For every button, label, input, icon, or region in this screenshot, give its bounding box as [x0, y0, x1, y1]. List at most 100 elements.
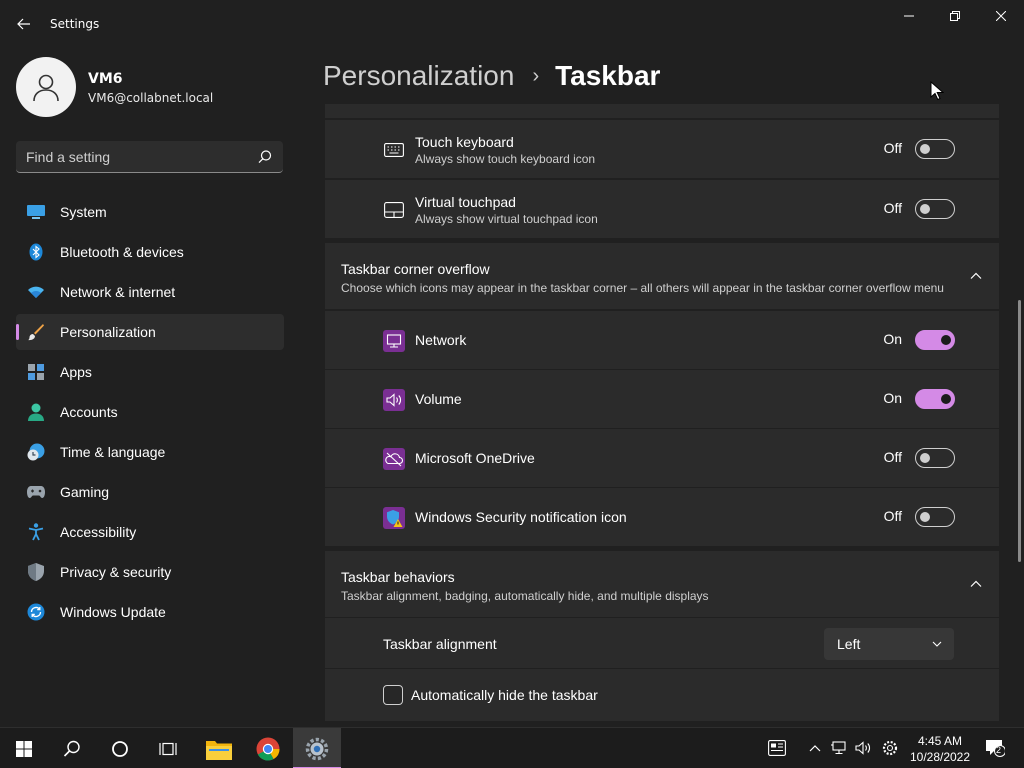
network-icon: [383, 330, 405, 352]
toggle-knob: [920, 144, 930, 154]
toggle-knob: [920, 453, 930, 463]
row-title: Touch keyboard: [415, 134, 514, 150]
volume-overflow-row[interactable]: Volume On: [325, 370, 999, 428]
windows-security-icon: [383, 507, 405, 529]
sidebar-item-label: Bluetooth & devices: [60, 244, 184, 260]
sidebar-item-label: Apps: [60, 364, 92, 380]
chevron-up-icon[interactable]: [806, 739, 824, 757]
sidebar-item-label: Accessibility: [60, 524, 137, 540]
clock-globe-icon: [26, 442, 46, 462]
task-view-button[interactable]: [144, 728, 192, 768]
apps-icon: [26, 362, 46, 382]
sidebar-item-windows-update[interactable]: Windows Update: [16, 594, 284, 630]
row-title: Windows Security notification icon: [415, 509, 627, 525]
corner-overflow-header[interactable]: Taskbar corner overflow Choose which ico…: [325, 243, 999, 309]
wifi-icon: [26, 282, 46, 302]
toggle-state-label: Off: [883, 200, 902, 216]
sidebar-nav: System Bluetooth & devices Network & int…: [16, 194, 284, 634]
breadcrumb-parent[interactable]: Personalization: [323, 60, 514, 92]
app-title: Settings: [50, 17, 100, 31]
toggle-knob: [941, 394, 951, 404]
chevron-up-icon[interactable]: [969, 577, 983, 591]
sidebar-item-bluetooth[interactable]: Bluetooth & devices: [16, 234, 284, 270]
content-scrollbar[interactable]: [1018, 300, 1021, 562]
sidebar-item-personalization[interactable]: Personalization: [16, 314, 284, 350]
sidebar-item-gaming[interactable]: Gaming: [16, 474, 284, 510]
taskbar-alignment-dropdown[interactable]: Left: [824, 628, 954, 660]
chrome-icon: [256, 737, 280, 761]
start-button[interactable]: [0, 728, 48, 768]
user-profile[interactable]: VM6 VM6@collabnet.local: [16, 57, 306, 117]
task-view-icon: [159, 742, 177, 755]
folder-icon: [206, 740, 232, 760]
back-button[interactable]: [10, 10, 38, 38]
network-tray-icon[interactable]: [830, 739, 848, 757]
chevron-up-icon[interactable]: [969, 269, 983, 283]
cortana-button[interactable]: [96, 728, 144, 768]
onedrive-toggle[interactable]: [915, 448, 955, 468]
virtual-touchpad-row[interactable]: Virtual touchpad Always show virtual tou…: [325, 180, 999, 238]
taskbar-clock[interactable]: 4:45 AM 10/28/2022: [904, 733, 976, 765]
touch-keyboard-toggle[interactable]: [915, 139, 955, 159]
chrome-button[interactable]: [244, 728, 292, 768]
sidebar-item-network[interactable]: Network & internet: [16, 274, 284, 310]
network-overflow-row[interactable]: Network On: [325, 311, 999, 369]
restore-button[interactable]: [932, 0, 978, 32]
shield-icon: [26, 562, 46, 582]
security-overflow-row[interactable]: Windows Security notification icon Off: [325, 488, 999, 546]
brush-icon: [26, 322, 46, 342]
notification-center-button[interactable]: 2: [983, 739, 1007, 757]
section-title: Taskbar behaviors: [341, 569, 455, 585]
sidebar-item-accessibility[interactable]: Accessibility: [16, 514, 284, 550]
settings-content: Touch keyboard Always show touch keyboar…: [325, 104, 999, 726]
settings-gear-icon: [305, 737, 329, 760]
toggle-knob: [920, 204, 930, 214]
user-email: VM6@collabnet.local: [88, 91, 214, 105]
sidebar-item-system[interactable]: System: [16, 194, 284, 230]
sidebar-item-privacy-security[interactable]: Privacy & security: [16, 554, 284, 590]
sidebar-item-apps[interactable]: Apps: [16, 354, 284, 390]
sidebar-item-accounts[interactable]: Accounts: [16, 394, 284, 430]
file-explorer-button[interactable]: [195, 728, 243, 768]
sidebar-item-label: Personalization: [60, 324, 156, 340]
news-widget-icon[interactable]: [768, 739, 786, 757]
row-subtitle: Always show touch keyboard icon: [415, 152, 596, 166]
autohide-checkbox[interactable]: [383, 685, 403, 705]
onedrive-overflow-row[interactable]: Microsoft OneDrive Off: [325, 429, 999, 487]
notification-icon: [986, 740, 1005, 757]
row-title: Virtual touchpad: [415, 194, 516, 210]
search-input[interactable]: [26, 141, 246, 172]
checkbox-label[interactable]: Automatically hide the taskbar: [411, 687, 598, 703]
toggle-state-label: On: [883, 390, 902, 406]
close-icon: [996, 11, 1006, 21]
close-button[interactable]: [978, 0, 1024, 32]
autohide-row: Automatically hide the taskbar: [325, 669, 999, 721]
toggle-knob: [920, 512, 930, 522]
minimize-icon: [904, 15, 914, 17]
volume-toggle[interactable]: [915, 389, 955, 409]
sidebar-item-label: Windows Update: [60, 604, 166, 620]
minimize-button[interactable]: [886, 0, 932, 32]
taskbar-behaviors-header[interactable]: Taskbar behaviors Taskbar alignment, bad…: [325, 551, 999, 617]
volume-tray-icon[interactable]: [854, 739, 872, 757]
breadcrumb-separator: ›: [532, 64, 540, 87]
security-toggle[interactable]: [915, 507, 955, 527]
sidebar-item-label: Accounts: [60, 404, 118, 420]
virtual-touchpad-toggle[interactable]: [915, 199, 955, 219]
sidebar-item-time-language[interactable]: Time & language: [16, 434, 284, 470]
system-icon: [26, 202, 46, 222]
row-subtitle: Always show virtual touchpad icon: [415, 212, 598, 226]
search-icon: [63, 740, 80, 757]
partial-row: [325, 104, 999, 118]
touch-keyboard-row[interactable]: Touch keyboard Always show touch keyboar…: [325, 120, 999, 178]
network-toggle[interactable]: [915, 330, 955, 350]
row-title: Volume: [415, 391, 462, 407]
taskbar-search-button[interactable]: [48, 728, 96, 768]
gear-icon[interactable]: [881, 739, 899, 757]
toggle-state-label: Off: [883, 449, 902, 465]
row-title: Microsoft OneDrive: [415, 450, 535, 466]
settings-app-button[interactable]: [293, 728, 341, 768]
gamepad-icon: [26, 482, 46, 502]
row-title: Network: [415, 332, 467, 348]
search-icon[interactable]: [257, 149, 273, 165]
